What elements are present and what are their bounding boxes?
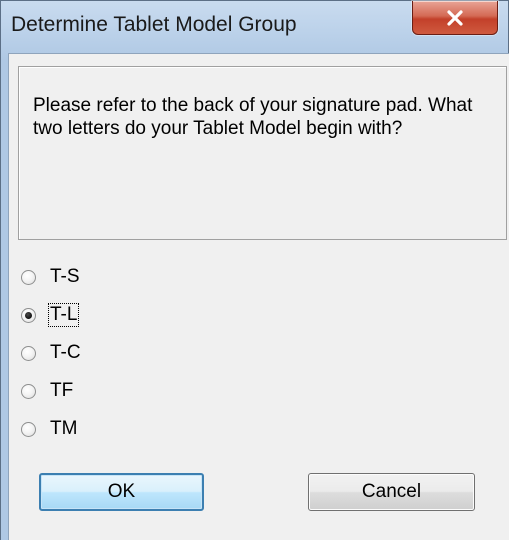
radio-option-t-l[interactable]: T-L [21, 300, 80, 330]
ok-button[interactable]: OK [39, 473, 204, 511]
radio-option-t-c[interactable]: T-C [21, 338, 82, 368]
radio-button-t-c[interactable] [21, 345, 36, 361]
radio-label-t-l: T-L [47, 303, 80, 327]
close-button[interactable] [412, 1, 498, 35]
radio-button-tm[interactable] [21, 421, 36, 437]
radio-button-tf[interactable] [21, 383, 36, 399]
radio-option-tm[interactable]: TM [21, 414, 78, 444]
radio-button-t-s[interactable] [21, 269, 36, 285]
radio-label-t-s: T-S [50, 266, 80, 287]
radio-option-t-s[interactable]: T-S [21, 262, 81, 292]
cancel-button[interactable]: Cancel [308, 473, 475, 511]
window-title: Determine Tablet Model Group [11, 13, 297, 36]
radio-option-tf[interactable]: TF [21, 376, 74, 406]
title-bar[interactable]: Determine Tablet Model Group [1, 1, 508, 53]
close-x-icon [447, 9, 463, 26]
radio-button-t-l[interactable] [21, 307, 36, 323]
instruction-text: Please refer to the back of your signatu… [33, 95, 473, 139]
radio-label-t-c: T-C [50, 342, 81, 363]
message-panel: Please refer to the back of your signatu… [18, 66, 507, 240]
dialog-body: Please refer to the back of your signatu… [8, 53, 509, 540]
radio-label-tm: TM [50, 418, 78, 439]
dialog-window: Determine Tablet Model Group Please refe… [0, 0, 509, 540]
radio-label-tf: TF [50, 380, 74, 401]
